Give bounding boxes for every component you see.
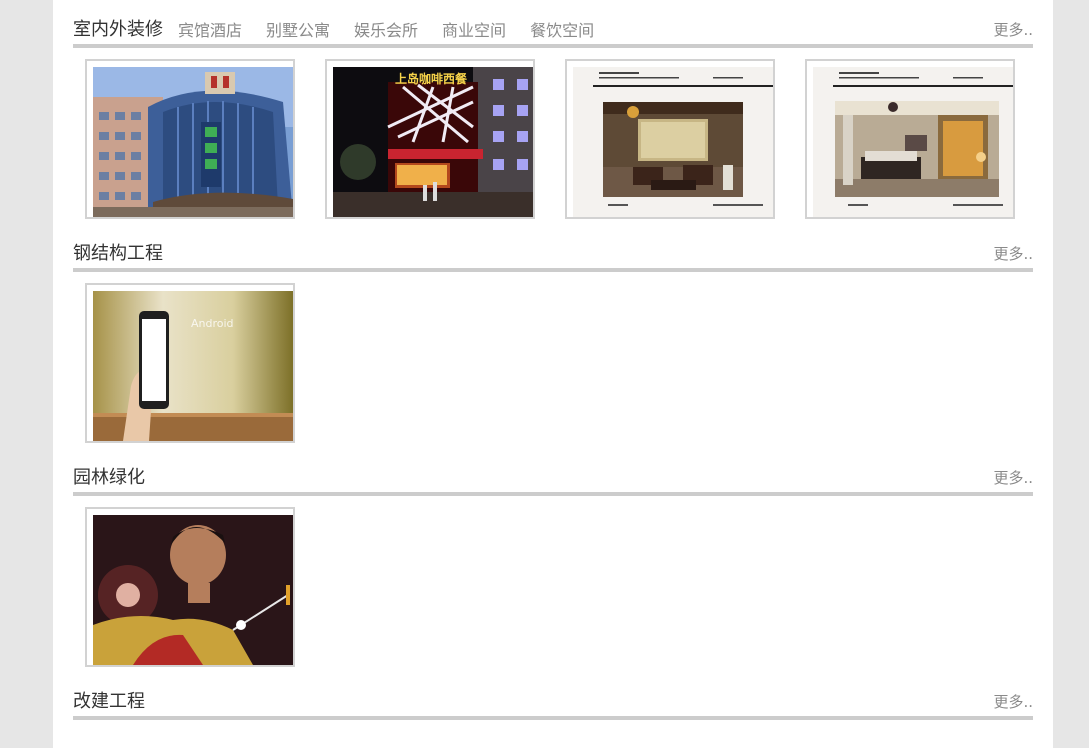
more-link[interactable]: 更多.. — [993, 467, 1033, 489]
cafe-facade-image: 上岛咖啡西餐 — [333, 67, 533, 217]
chinese-interior-image — [573, 67, 773, 217]
thumbnail-badminton-player[interactable] — [85, 507, 295, 667]
thumbnail-row: 上岛咖啡西餐 — [73, 48, 1033, 219]
modern-interior-image — [813, 67, 1013, 217]
hotel-building-image — [93, 67, 293, 217]
badminton-player-image — [93, 515, 293, 665]
section-renovation: 改建工程 更多.. — [73, 690, 1033, 720]
thumbnail-modern-interior[interactable] — [805, 59, 1015, 219]
section-landscaping: 园林绿化 更多.. — [73, 466, 1033, 667]
thumbnail-cafe-facade[interactable]: 上岛咖啡西餐 — [325, 59, 535, 219]
section-title[interactable]: 改建工程 — [73, 690, 145, 714]
section-interior-exterior: 室内外装修 宾馆酒店 别墅公寓 娱乐会所 商业空间 餐饮空间 更多.. 上岛咖啡… — [73, 18, 1033, 219]
tab-dining-space[interactable]: 餐饮空间 — [530, 19, 594, 43]
more-link[interactable]: 更多.. — [993, 19, 1033, 41]
svg-text:Android: Android — [191, 317, 234, 330]
section-tabs: 宾馆酒店 别墅公寓 娱乐会所 商业空间 餐饮空间 — [178, 19, 594, 43]
section-header: 室内外装修 宾馆酒店 别墅公寓 娱乐会所 商业空间 餐饮空间 更多.. — [73, 18, 1033, 48]
thumbnail-chinese-interior[interactable] — [565, 59, 775, 219]
thumbnail-row: Android — [73, 272, 1033, 443]
tab-hotel[interactable]: 宾馆酒店 — [178, 19, 242, 43]
section-header: 改建工程 更多.. — [73, 690, 1033, 720]
tab-commercial-space[interactable]: 商业空间 — [442, 19, 506, 43]
section-header: 钢结构工程 更多.. — [73, 242, 1033, 272]
section-steel-structure: 钢结构工程 更多.. Android — [73, 242, 1033, 443]
section-title[interactable]: 室内外装修 — [73, 18, 163, 42]
thumbnail-hotel-building[interactable] — [85, 59, 295, 219]
more-link[interactable]: 更多.. — [993, 691, 1033, 713]
section-header: 园林绿化 更多.. — [73, 466, 1033, 496]
section-title[interactable]: 园林绿化 — [73, 466, 145, 490]
content-panel: 室内外装修 宾馆酒店 别墅公寓 娱乐会所 商业空间 餐饮空间 更多.. 上岛咖啡… — [53, 0, 1053, 748]
more-link[interactable]: 更多.. — [993, 243, 1033, 265]
svg-text:上岛咖啡西餐: 上岛咖啡西餐 — [395, 71, 468, 86]
section-title[interactable]: 钢结构工程 — [73, 242, 163, 266]
thumbnail-row — [73, 496, 1033, 667]
tab-villa-apartment[interactable]: 别墅公寓 — [266, 19, 330, 43]
thumbnail-phone-hand[interactable]: Android — [85, 283, 295, 443]
tab-entertainment-club[interactable]: 娱乐会所 — [354, 19, 418, 43]
phone-hand-image: Android — [93, 291, 293, 441]
